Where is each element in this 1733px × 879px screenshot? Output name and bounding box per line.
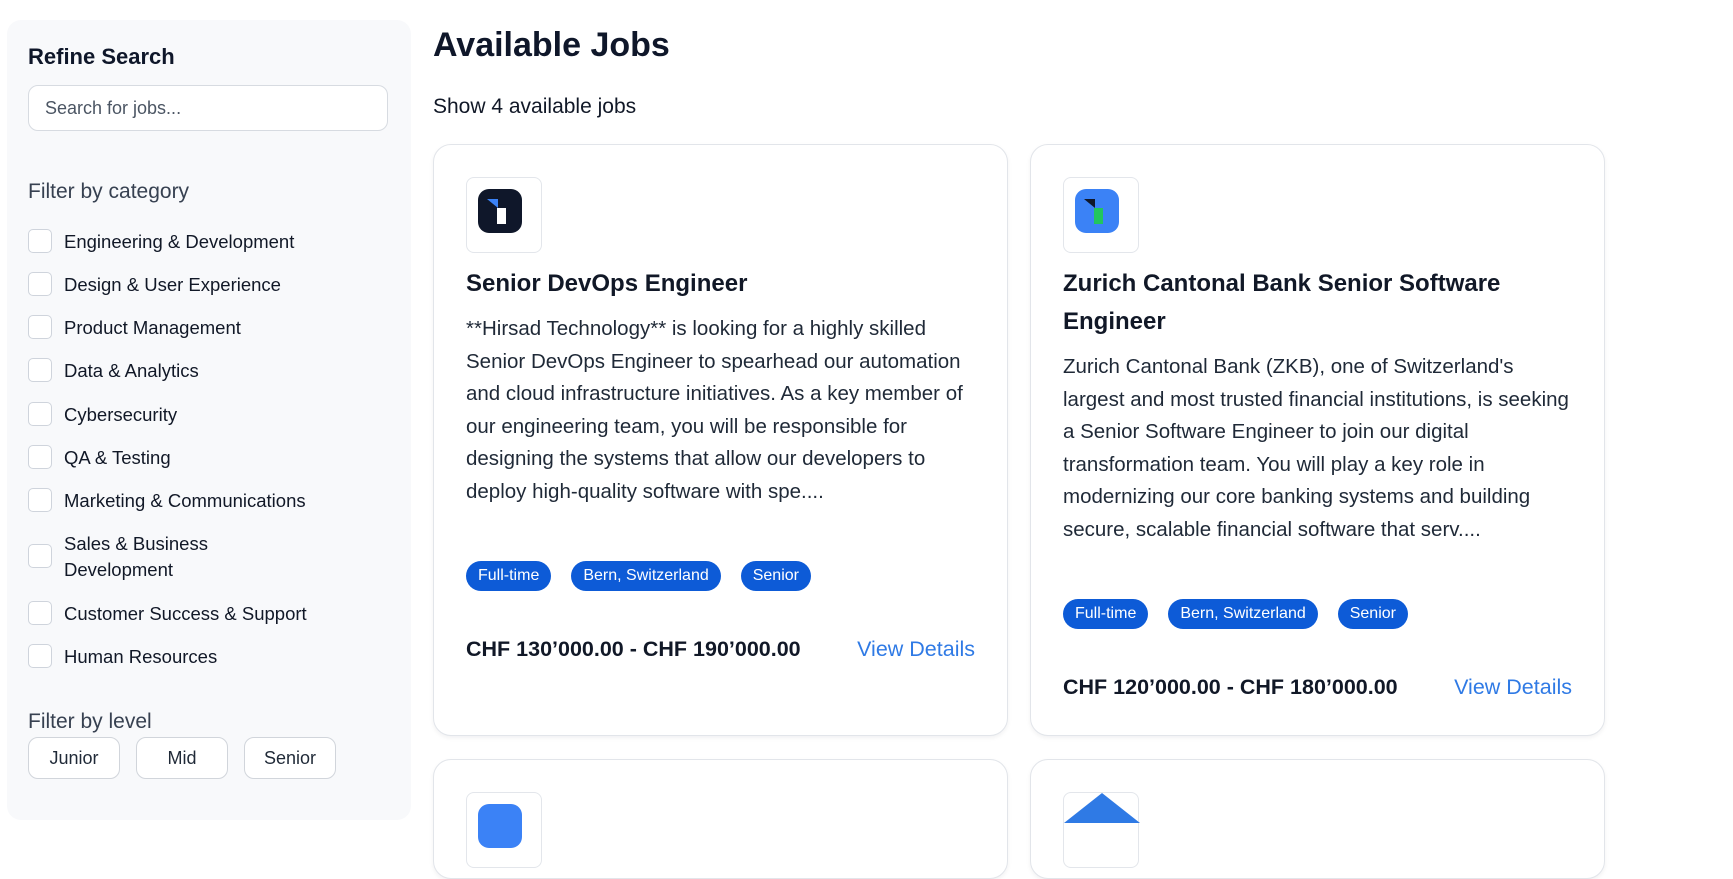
location-badge: Bern, Switzerland: [571, 561, 721, 591]
job-type-badge: Full-time: [1063, 599, 1149, 629]
job-card[interactable]: Senior DevOps Engineer **Hirsad Technolo…: [433, 144, 1008, 736]
level-button-mid[interactable]: Mid: [136, 737, 228, 779]
job-description: Zurich Cantonal Bank (ZKB), one of Switz…: [1063, 355, 1569, 541]
category-label: Marketing & Communications: [64, 490, 306, 511]
category-option-hr[interactable]: Human Resources: [28, 644, 314, 670]
filter-sidebar: Refine Search Filter by category Enginee…: [7, 20, 411, 820]
salary-range: CHF 120’000.00 - CHF 180’000.00: [1063, 675, 1398, 699]
category-option-sales[interactable]: Sales & Business Development: [28, 533, 304, 583]
category-label: Design & User Experience: [64, 274, 281, 295]
job-type-badge: Full-time: [466, 561, 552, 591]
category-checkbox[interactable]: [28, 488, 52, 512]
category-checkbox[interactable]: [28, 445, 52, 469]
category-option-marketing[interactable]: Marketing & Communications: [28, 488, 314, 514]
company-logo-icon: [478, 804, 522, 848]
job-card[interactable]: [1030, 759, 1605, 879]
category-label: QA & Testing: [64, 447, 171, 468]
page-title: Available Jobs: [433, 26, 670, 64]
company-logo: [466, 177, 542, 253]
category-option-qa[interactable]: QA & Testing: [28, 445, 314, 471]
category-checkbox[interactable]: [28, 544, 52, 568]
category-label: Product Management: [64, 317, 241, 338]
job-card[interactable]: Zurich Cantonal Bank Senior Software Eng…: [1030, 144, 1605, 736]
job-title[interactable]: Senior DevOps Engineer: [466, 265, 979, 303]
category-option-data[interactable]: Data & Analytics: [28, 358, 314, 384]
job-title[interactable]: Zurich Cantonal Bank Senior Software Eng…: [1063, 265, 1576, 341]
view-details-link[interactable]: View Details: [857, 637, 975, 662]
category-checkbox[interactable]: [28, 229, 52, 253]
level-badge: Senior: [740, 561, 811, 591]
job-description: **Hirsad Technology** is looking for a h…: [466, 317, 963, 503]
category-filter-title: Filter by category: [28, 180, 190, 203]
job-count-text: Show 4 available jobs: [433, 95, 637, 118]
job-tags: Full-time Bern, Switzerland Senior: [466, 561, 811, 591]
search-input[interactable]: [28, 85, 388, 131]
category-checkbox[interactable]: [28, 272, 52, 296]
zkb-logo-icon: [1075, 189, 1119, 233]
job-card[interactable]: [433, 759, 1008, 879]
level-badge: Senior: [1337, 599, 1408, 629]
category-option-engineering[interactable]: Engineering & Development: [28, 229, 314, 255]
sidebar-title: Refine Search: [28, 44, 175, 69]
level-filter-title: Filter by level: [28, 710, 152, 733]
view-details-link[interactable]: View Details: [1454, 675, 1572, 700]
category-option-design[interactable]: Design & User Experience: [28, 272, 314, 298]
level-button-senior[interactable]: Senior: [244, 737, 336, 779]
category-checkbox[interactable]: [28, 315, 52, 339]
category-option-customer-success[interactable]: Customer Success & Support: [28, 601, 314, 627]
house-logo-icon: [1064, 793, 1140, 823]
location-badge: Bern, Switzerland: [1168, 599, 1318, 629]
job-tags: Full-time Bern, Switzerland Senior: [1063, 599, 1408, 629]
category-label: Cybersecurity: [64, 404, 178, 425]
category-label: Human Resources: [64, 646, 218, 667]
level-button-junior[interactable]: Junior: [28, 737, 120, 779]
category-option-product[interactable]: Product Management: [28, 315, 314, 341]
category-option-cybersecurity[interactable]: Cybersecurity: [28, 402, 314, 428]
category-checkbox[interactable]: [28, 644, 52, 668]
company-logo: [466, 792, 542, 868]
category-label: Sales & Business Development: [64, 533, 208, 580]
category-label: Customer Success & Support: [64, 603, 307, 624]
category-label: Data & Analytics: [64, 360, 199, 381]
category-checkbox[interactable]: [28, 402, 52, 426]
company-logo: [1063, 177, 1139, 253]
company-logo: [1063, 792, 1140, 868]
category-label: Engineering & Development: [64, 231, 295, 252]
category-checkbox[interactable]: [28, 601, 52, 625]
hirsad-logo-icon: [478, 189, 522, 233]
category-checkbox[interactable]: [28, 358, 52, 382]
salary-range: CHF 130’000.00 - CHF 190’000.00: [466, 637, 801, 661]
